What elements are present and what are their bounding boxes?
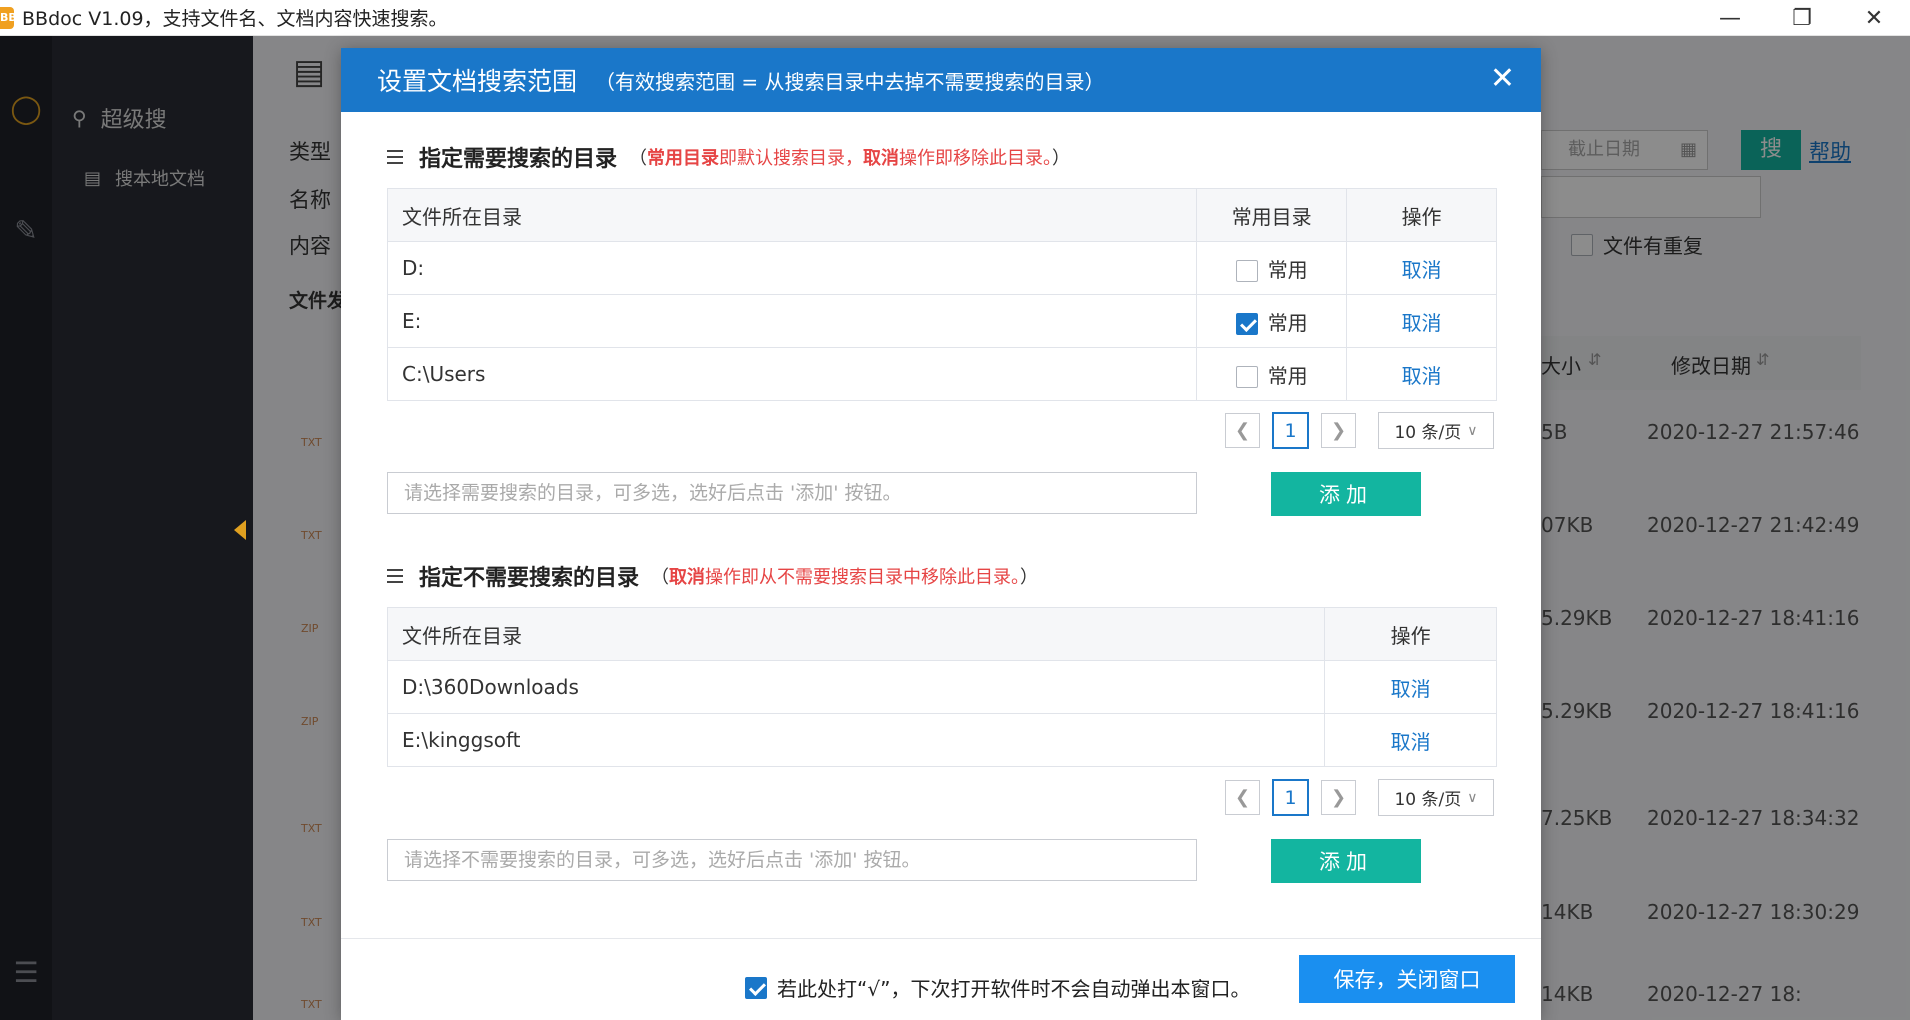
include-dir-input[interactable] <box>387 472 1197 514</box>
next-page-button[interactable]: ❯ <box>1321 413 1356 448</box>
cancel-link[interactable]: 取消 <box>1402 258 1442 282</box>
exclude-section-note: （取消操作即从不需要搜索目录中移除此目录。） <box>651 567 1039 588</box>
common-checkbox[interactable] <box>1235 260 1258 282</box>
dialog-footer: 若此处打“√”，下次打开软件时不会自动弹出本窗口。 保存，关闭窗口 <box>341 938 1541 1020</box>
close-window-button[interactable]: ✕ <box>1838 0 1910 36</box>
dont-show-again-label: 若此处打“√”，下次打开软件时不会自动弹出本窗口。 <box>777 977 1251 1001</box>
exclude-section-header: 指定不需要搜索的目录 （取消操作即从不需要搜索目录中移除此目录。） <box>387 559 1038 593</box>
include-add-button[interactable]: 添加 <box>1271 472 1421 516</box>
exclude-add-button[interactable]: 添加 <box>1271 839 1421 883</box>
page-size-value: 10 条/页 <box>1394 423 1462 443</box>
common-toggle[interactable]: 常用 <box>1196 241 1348 295</box>
dont-show-again-option[interactable]: 若此处打“√”，下次打开软件时不会自动弹出本窗口。 <box>745 973 1250 1002</box>
chevron-down-icon: ∨ <box>1467 422 1478 439</box>
common-label: 常用 <box>1267 363 1308 388</box>
list-icon <box>387 569 403 583</box>
chevron-down-icon: ∨ <box>1467 789 1478 806</box>
collapse-arrow-icon[interactable] <box>234 520 246 540</box>
maximize-button[interactable]: ❐ <box>1766 0 1838 36</box>
cancel-link[interactable]: 取消 <box>1391 730 1431 754</box>
col-common-header: 常用目录 <box>1196 188 1348 242</box>
table-header-row: 文件所在目录 操作 <box>386 607 1497 661</box>
common-toggle[interactable]: 常用 <box>1196 294 1348 348</box>
dialog-title: 设置文档搜索范围 <box>377 67 578 96</box>
dir-path: D:\360Downloads <box>386 660 1326 714</box>
dialog-close-icon[interactable]: ✕ <box>1490 62 1515 96</box>
window-controls: — ❐ ✕ <box>1694 0 1910 36</box>
title-bar: BB BBdoc V1.09，支持文件名、文档内容快速搜索。 — ❐ ✕ <box>0 0 1910 36</box>
prev-page-button[interactable]: ❮ <box>1225 780 1260 815</box>
dialog-header: 设置文档搜索范围 （有效搜索范围 = 从搜索目录中去掉不需要搜索的目录） ✕ <box>341 48 1541 112</box>
col-path-header: 文件所在目录 <box>386 188 1198 242</box>
table-row: E:\kinggsoft 取消 <box>386 713 1497 767</box>
exclude-dir-input[interactable] <box>387 839 1197 881</box>
dialog-subtitle: （有效搜索范围 = 从搜索目录中去掉不需要搜索的目录） <box>595 69 1105 94</box>
common-checkbox[interactable] <box>1235 313 1258 335</box>
table-header-row: 文件所在目录 常用目录 操作 <box>386 188 1497 242</box>
include-pagination: ❮ 1 ❯ 10 条/页 ∨ <box>1225 412 1494 449</box>
search-scope-dialog: 设置文档搜索范围 （有效搜索范围 = 从搜索目录中去掉不需要搜索的目录） ✕ 指… <box>341 48 1541 1020</box>
table-row: C:\Users 常用 取消 <box>386 347 1497 401</box>
table-row: E: 常用 取消 <box>386 294 1497 348</box>
col-action-header: 操作 <box>1324 607 1497 661</box>
window-title: BBdoc V1.09，支持文件名、文档内容快速搜索。 <box>22 8 448 30</box>
page-number[interactable]: 1 <box>1272 779 1309 816</box>
dir-path: D: <box>386 241 1198 295</box>
page-size-value: 10 条/页 <box>1394 790 1462 810</box>
dir-path: E:\kinggsoft <box>386 713 1326 767</box>
page-size-select[interactable]: 10 条/页 ∨ <box>1378 412 1494 449</box>
page-number[interactable]: 1 <box>1272 412 1309 449</box>
exclude-pagination: ❮ 1 ❯ 10 条/页 ∨ <box>1225 779 1494 816</box>
col-path-header: 文件所在目录 <box>386 607 1326 661</box>
common-toggle[interactable]: 常用 <box>1196 347 1348 401</box>
table-row: D: 常用 取消 <box>386 241 1497 295</box>
include-section-title: 指定需要搜索的目录 <box>419 147 618 172</box>
cancel-link[interactable]: 取消 <box>1402 311 1442 335</box>
minimize-button[interactable]: — <box>1694 0 1766 36</box>
include-table: 文件所在目录 常用目录 操作 D: 常用 取消 E: 常用 取消 C:\User… <box>386 188 1497 401</box>
col-action-header: 操作 <box>1346 188 1497 242</box>
common-label: 常用 <box>1267 257 1308 282</box>
common-label: 常用 <box>1267 310 1308 335</box>
cancel-link[interactable]: 取消 <box>1391 677 1431 701</box>
list-icon <box>387 150 403 164</box>
prev-page-button[interactable]: ❮ <box>1225 413 1260 448</box>
dir-path: C:\Users <box>386 347 1198 401</box>
include-section-note: （常用目录即默认搜索目录，取消操作即移除此目录。） <box>629 148 1071 169</box>
save-close-button[interactable]: 保存，关闭窗口 <box>1299 955 1515 1003</box>
cancel-link[interactable]: 取消 <box>1402 364 1442 388</box>
common-checkbox[interactable] <box>1235 366 1258 388</box>
app-logo-icon: BB <box>0 6 17 29</box>
table-row: D:\360Downloads 取消 <box>386 660 1497 714</box>
exclude-table: 文件所在目录 操作 D:\360Downloads 取消 E:\kinggsof… <box>386 607 1497 767</box>
next-page-button[interactable]: ❯ <box>1321 780 1356 815</box>
dont-show-again-checkbox[interactable] <box>745 976 767 999</box>
dir-path: E: <box>386 294 1198 348</box>
page-size-select[interactable]: 10 条/页 ∨ <box>1378 779 1494 816</box>
include-section-header: 指定需要搜索的目录 （常用目录即默认搜索目录，取消操作即移除此目录。） <box>387 140 1070 174</box>
exclude-section-title: 指定不需要搜索的目录 <box>419 566 640 591</box>
